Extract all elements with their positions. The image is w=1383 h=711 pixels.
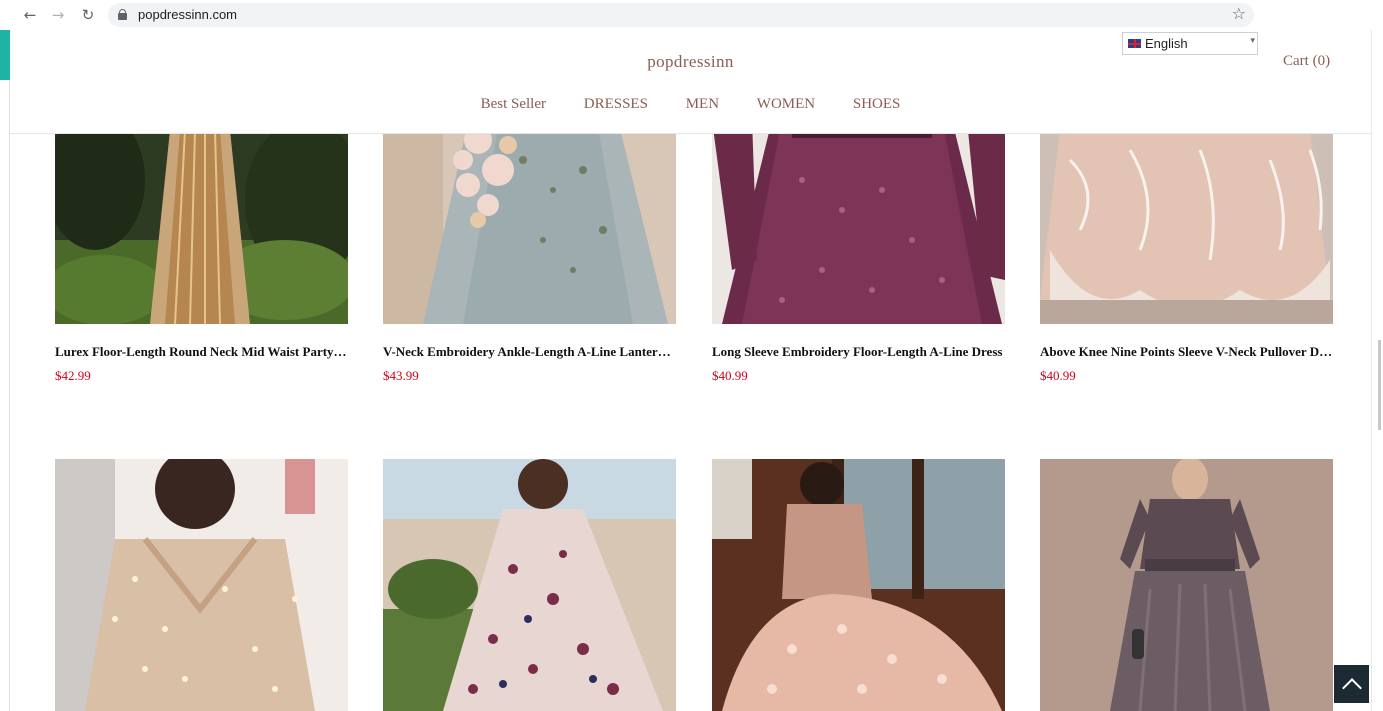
site-logo[interactable]: popdressinn <box>10 52 1371 72</box>
product-image[interactable] <box>1040 459 1333 711</box>
cart-link[interactable]: Cart (0) <box>1283 53 1330 70</box>
nav-best-seller[interactable]: Best Seller <box>481 96 546 113</box>
back-icon[interactable]: ← <box>20 5 40 25</box>
product-card[interactable]: Above Knee Nine Points Sleeve V-Neck Pul… <box>1040 100 1333 390</box>
product-card[interactable]: Lurex Floor-Length Round Neck Mid Waist … <box>55 100 348 390</box>
uk-flag-icon <box>1128 39 1141 48</box>
bookmark-star-icon[interactable]: ☆ <box>1232 4 1246 23</box>
product-title[interactable]: Lurex Floor-Length Round Neck Mid Waist … <box>55 344 348 360</box>
product-price: $42.99 <box>55 368 91 383</box>
language-select[interactable]: English ▾ <box>1122 32 1258 55</box>
product-price: $43.99 <box>383 368 419 383</box>
product-price: $40.99 <box>1040 368 1076 383</box>
site-header: popdressinn English ▾ Cart (0) Best Sell… <box>10 30 1371 134</box>
reload-icon[interactable]: ↻ <box>78 5 98 25</box>
url-text[interactable]: popdressinn.com <box>138 7 237 22</box>
scrollbar-track[interactable] <box>1371 30 1383 711</box>
left-edge-accent <box>0 30 10 80</box>
nav-dresses[interactable]: DRESSES <box>584 96 648 113</box>
product-card[interactable] <box>1040 459 1333 711</box>
nav-women[interactable]: WOMEN <box>757 96 815 113</box>
language-label: English <box>1145 36 1188 51</box>
product-image[interactable] <box>712 459 1005 711</box>
product-title[interactable]: Above Knee Nine Points Sleeve V-Neck Pul… <box>1040 344 1333 360</box>
product-card[interactable] <box>712 459 1005 711</box>
product-card[interactable]: Long Sleeve Embroidery Floor-Length A-Li… <box>712 100 1005 390</box>
browser-toolbar: ← → ↻ popdressinn.com ☆ <box>0 0 1383 30</box>
address-bar[interactable]: popdressinn.com ☆ <box>108 3 1254 27</box>
product-image[interactable] <box>383 459 676 711</box>
scrollbar-thumb[interactable] <box>1378 340 1381 430</box>
left-edge-border <box>9 80 10 711</box>
back-to-top-button[interactable] <box>1334 665 1369 703</box>
product-card[interactable] <box>383 459 676 711</box>
product-price: $40.99 <box>712 368 748 383</box>
chevron-down-icon: ▾ <box>1250 35 1255 45</box>
forward-icon[interactable]: → <box>48 5 68 25</box>
nav-men[interactable]: MEN <box>686 96 719 113</box>
product-title[interactable]: Long Sleeve Embroidery Floor-Length A-Li… <box>712 344 1005 360</box>
product-card[interactable]: V-Neck Embroidery Ankle-Length A-Line La… <box>383 100 676 390</box>
product-title[interactable]: V-Neck Embroidery Ankle-Length A-Line La… <box>383 344 676 360</box>
product-image[interactable] <box>55 459 348 711</box>
nav-shoes[interactable]: SHOES <box>853 96 901 113</box>
main-nav: Best Seller DRESSES MEN WOMEN SHOES <box>10 96 1371 113</box>
product-card[interactable] <box>55 459 348 711</box>
lock-icon <box>118 9 127 20</box>
